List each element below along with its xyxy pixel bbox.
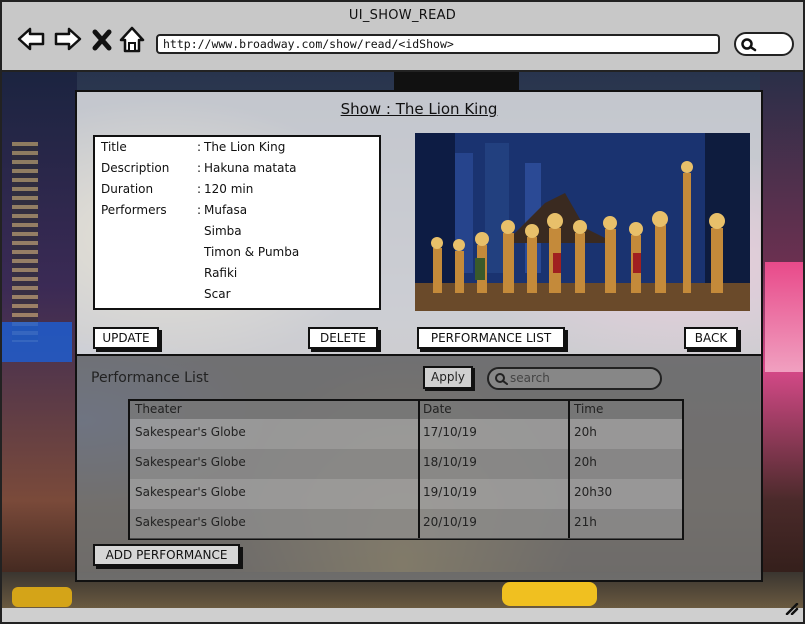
cell-time: 20h bbox=[574, 455, 597, 469]
cell-theater: Sakespear's Globe bbox=[135, 455, 246, 469]
cell-theater: Sakespear's Globe bbox=[135, 485, 246, 499]
column-header-date: Date bbox=[423, 402, 452, 416]
detail-value: 120 min bbox=[204, 182, 254, 196]
detail-value: Mufasa bbox=[204, 203, 248, 217]
detail-label: Title bbox=[101, 140, 127, 154]
update-button[interactable]: UPDATE bbox=[93, 327, 159, 349]
show-photo bbox=[415, 133, 750, 311]
table-row[interactable]: Sakespear's Globe 19/10/19 20h30 bbox=[130, 479, 682, 509]
back-button[interactable]: BACK bbox=[684, 327, 738, 349]
performance-list-title: Performance List bbox=[91, 370, 209, 386]
cell-date: 18/10/19 bbox=[423, 455, 477, 469]
detail-label: Duration bbox=[101, 182, 154, 196]
resize-handle-icon[interactable] bbox=[785, 600, 799, 619]
billboard bbox=[765, 262, 803, 372]
cell-time: 20h30 bbox=[574, 485, 613, 499]
table-header: Theater Date Time bbox=[130, 401, 682, 419]
billboard bbox=[2, 322, 72, 362]
billboard bbox=[394, 72, 519, 90]
close-icon[interactable] bbox=[90, 24, 120, 54]
taxi bbox=[502, 582, 597, 606]
column-divider bbox=[568, 401, 570, 538]
search-icon bbox=[741, 38, 757, 52]
table-row[interactable]: Sakespear's Globe 18/10/19 20h bbox=[130, 449, 682, 479]
cell-date: 19/10/19 bbox=[423, 485, 477, 499]
browser-toolbar: UI_SHOW_READ http://www.broadway.com/sho… bbox=[2, 2, 803, 72]
taxi bbox=[12, 587, 72, 607]
show-details-section: Show : The Lion King Title : The Lion Ki… bbox=[77, 92, 761, 356]
search-placeholder: search bbox=[510, 371, 550, 385]
detail-label: Performers bbox=[101, 203, 167, 217]
detail-label: Description bbox=[101, 161, 170, 175]
add-performance-button[interactable]: ADD PERFORMANCE bbox=[93, 544, 240, 566]
page-title: Show : The Lion King bbox=[340, 100, 498, 118]
show-read-panel: Show : The Lion King Title : The Lion Ki… bbox=[75, 90, 763, 582]
detail-value: Hakuna matata bbox=[204, 161, 297, 175]
url-input[interactable]: http://www.broadway.com/show/read/<idSho… bbox=[156, 34, 720, 54]
search-icon bbox=[495, 373, 508, 385]
apply-button[interactable]: Apply bbox=[423, 366, 473, 389]
performance-search-input[interactable]: search bbox=[487, 367, 662, 390]
cell-date: 20/10/19 bbox=[423, 515, 477, 529]
browser-window: UI_SHOW_READ http://www.broadway.com/sho… bbox=[0, 0, 805, 624]
cell-theater: Sakespear's Globe bbox=[135, 425, 246, 439]
building bbox=[12, 142, 38, 342]
performance-table: Theater Date Time Sakespear's Globe 17/1… bbox=[128, 399, 684, 540]
home-icon[interactable] bbox=[117, 24, 147, 54]
window-title: UI_SHOW_READ bbox=[348, 8, 457, 23]
cell-theater: Sakespear's Globe bbox=[135, 515, 246, 529]
browser-search-input[interactable] bbox=[734, 32, 794, 56]
delete-button[interactable]: DELETE bbox=[308, 327, 378, 349]
column-header-time: Time bbox=[574, 402, 604, 416]
cell-date: 17/10/19 bbox=[423, 425, 477, 439]
cell-time: 21h bbox=[574, 515, 597, 529]
performance-section: Performance List Apply search Theater Da… bbox=[77, 356, 761, 580]
detail-value: The Lion King bbox=[204, 140, 286, 154]
table-row[interactable]: Sakespear's Globe 20/10/19 21h bbox=[130, 509, 682, 539]
arrow-left-icon[interactable] bbox=[16, 24, 46, 54]
performance-list-button[interactable]: PERFORMANCE LIST bbox=[417, 327, 565, 349]
cell-time: 20h bbox=[574, 425, 597, 439]
column-divider bbox=[418, 401, 420, 538]
arrow-right-icon[interactable] bbox=[53, 24, 83, 54]
column-header-theater: Theater bbox=[135, 402, 182, 416]
show-details-box: Title : The Lion King Description : Haku… bbox=[93, 135, 381, 310]
table-row[interactable]: Sakespear's Globe 17/10/19 20h bbox=[130, 419, 682, 449]
